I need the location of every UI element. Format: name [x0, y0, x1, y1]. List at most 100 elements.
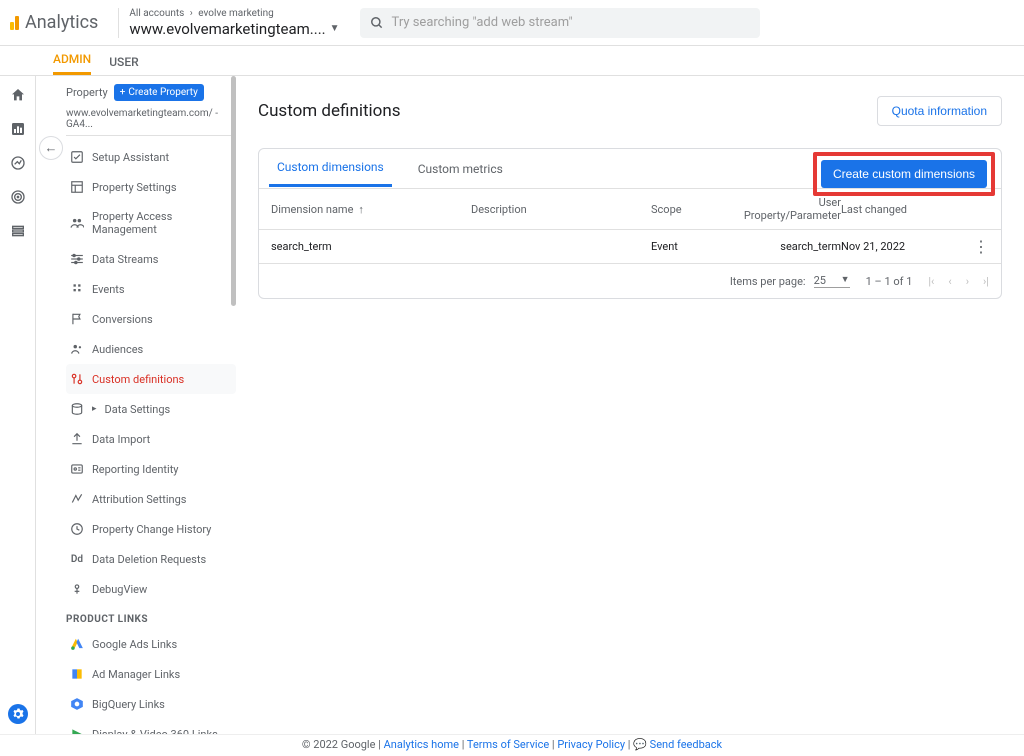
- custom-icon: [70, 372, 84, 386]
- property-label: Property: [66, 86, 108, 99]
- nav-conversions[interactable]: Conversions: [66, 304, 236, 334]
- nav-events[interactable]: Events: [66, 274, 236, 304]
- streams-icon: [70, 252, 84, 266]
- ga-logo-icon: [10, 16, 19, 30]
- search-icon: [370, 16, 384, 30]
- tab-custom-dimensions[interactable]: Custom dimensions: [269, 150, 392, 187]
- cell-scope: Event: [651, 240, 721, 253]
- cell-name: search_term: [271, 240, 471, 253]
- nav-data-streams[interactable]: Data Streams: [66, 244, 236, 274]
- admin-sidebar: Property + Create Property www.evolvemar…: [66, 76, 236, 734]
- attribution-icon: [70, 492, 84, 506]
- property-domain[interactable]: www.evolvemarketingteam.com/ - GA4...: [66, 105, 236, 136]
- page-title: Custom definitions: [258, 101, 401, 121]
- debug-icon: [70, 582, 84, 596]
- ad-manager-icon: [70, 667, 84, 681]
- nav-property-settings[interactable]: Property Settings: [66, 172, 236, 202]
- explore-icon[interactable]: [9, 154, 27, 172]
- page-last-icon[interactable]: ›|: [983, 275, 989, 288]
- nav-setup-assistant[interactable]: Setup Assistant: [66, 142, 236, 172]
- dv360-icon: [70, 727, 84, 734]
- link-ad-manager[interactable]: Ad Manager Links: [66, 659, 236, 689]
- create-property-button[interactable]: + Create Property: [114, 84, 204, 101]
- layout-icon: [70, 180, 84, 194]
- cell-upp: search_term: [721, 240, 841, 253]
- identity-icon: [70, 462, 84, 476]
- nav-reporting-identity[interactable]: Reporting Identity: [66, 454, 236, 484]
- deletion-icon: Dd: [70, 552, 84, 566]
- google-ads-icon: [70, 637, 84, 651]
- nav-data-settings[interactable]: ▸Data Settings: [66, 394, 236, 424]
- page-next-icon[interactable]: ›: [966, 275, 969, 288]
- property-name: www.evolvemarketingteam....: [129, 20, 325, 38]
- people-icon: [70, 216, 84, 230]
- reports-icon[interactable]: [9, 120, 27, 138]
- nav-custom-definitions[interactable]: Custom definitions: [66, 364, 236, 394]
- footer-feedback[interactable]: Send feedback: [650, 738, 722, 751]
- chevron-right-icon: ›: [190, 8, 193, 19]
- col-scope[interactable]: Scope: [651, 203, 721, 216]
- database-icon: [70, 402, 84, 416]
- nav-data-import[interactable]: Data Import: [66, 424, 236, 454]
- tab-custom-metrics[interactable]: Custom metrics: [410, 152, 511, 186]
- col-last-changed[interactable]: Last changed: [841, 203, 941, 216]
- chevron-down-icon: ▼: [841, 274, 850, 287]
- footer-tos[interactable]: Terms of Service: [467, 738, 549, 751]
- plus-icon: +: [120, 87, 126, 98]
- link-bigquery[interactable]: BigQuery Links: [66, 689, 236, 719]
- brand-name: Analytics: [25, 12, 98, 33]
- bigquery-icon: [70, 697, 84, 711]
- highlight-box: Create custom dimensions: [813, 152, 995, 196]
- create-dimension-button[interactable]: Create custom dimensions: [821, 160, 987, 188]
- tab-user[interactable]: USER: [109, 55, 138, 75]
- nav-data-deletion[interactable]: DdData Deletion Requests: [66, 544, 236, 574]
- page-prev-icon[interactable]: ‹: [948, 275, 951, 288]
- home-icon[interactable]: [9, 86, 27, 104]
- feedback-icon: 💬: [633, 738, 647, 751]
- footer-privacy[interactable]: Privacy Policy: [557, 738, 625, 751]
- page-range: 1 – 1 of 1: [866, 275, 913, 288]
- footer-analytics-home[interactable]: Analytics home: [384, 738, 459, 751]
- col-description[interactable]: Description: [471, 203, 651, 216]
- flag-icon: [70, 312, 84, 326]
- ipp-select[interactable]: 25▼: [814, 274, 850, 288]
- configure-icon[interactable]: [9, 222, 27, 240]
- nav-audiences[interactable]: Audiences: [66, 334, 236, 364]
- search-box[interactable]: Try searching "add web stream": [360, 8, 760, 38]
- footer: © 2022 Google | Analytics home | Terms o…: [0, 734, 1024, 756]
- nav-debugview[interactable]: DebugView: [66, 574, 236, 604]
- audience-icon: [70, 342, 84, 356]
- link-dv360[interactable]: Display & Video 360 Links: [66, 719, 236, 734]
- col-user-prop-param[interactable]: UserProperty/Parameter: [721, 196, 841, 222]
- section-product-links: PRODUCT LINKS: [66, 614, 236, 625]
- quota-button[interactable]: Quota information: [877, 96, 1002, 126]
- scrollbar[interactable]: [231, 76, 236, 306]
- nav-rail: [0, 76, 36, 734]
- ipp-label: Items per page:: [730, 275, 806, 288]
- sort-up-icon: ↑: [358, 203, 364, 216]
- tab-admin[interactable]: ADMIN: [53, 52, 91, 75]
- account-selector[interactable]: All accounts › evolve marketing www.evol…: [129, 8, 339, 38]
- events-icon: [70, 282, 84, 296]
- chevron-down-icon: ▼: [330, 23, 340, 35]
- back-button[interactable]: ←: [39, 136, 63, 160]
- check-icon: [70, 150, 84, 164]
- crumb-accounts: All accounts: [129, 8, 184, 19]
- nav-change-history[interactable]: Property Change History: [66, 514, 236, 544]
- history-icon: [70, 522, 84, 536]
- table-row: search_term Event search_term Nov 21, 20…: [259, 230, 1001, 264]
- caret-right-icon: ▸: [92, 404, 97, 414]
- definitions-card: Custom dimensions Custom metrics Create …: [258, 148, 1002, 299]
- link-google-ads[interactable]: Google Ads Links: [66, 629, 236, 659]
- more-vert-icon[interactable]: ⋮: [973, 237, 989, 256]
- upload-icon: [70, 432, 84, 446]
- nav-access-mgmt[interactable]: Property AccessManagement: [66, 202, 236, 244]
- search-placeholder: Try searching "add web stream": [392, 15, 573, 30]
- cell-lc: Nov 21, 2022: [841, 240, 941, 253]
- crumb-account: evolve marketing: [198, 8, 273, 19]
- col-dimension-name[interactable]: Dimension name: [271, 203, 353, 216]
- nav-attribution[interactable]: Attribution Settings: [66, 484, 236, 514]
- admin-gear-icon[interactable]: [8, 704, 28, 724]
- page-first-icon[interactable]: |‹: [928, 275, 934, 288]
- advertising-icon[interactable]: [9, 188, 27, 206]
